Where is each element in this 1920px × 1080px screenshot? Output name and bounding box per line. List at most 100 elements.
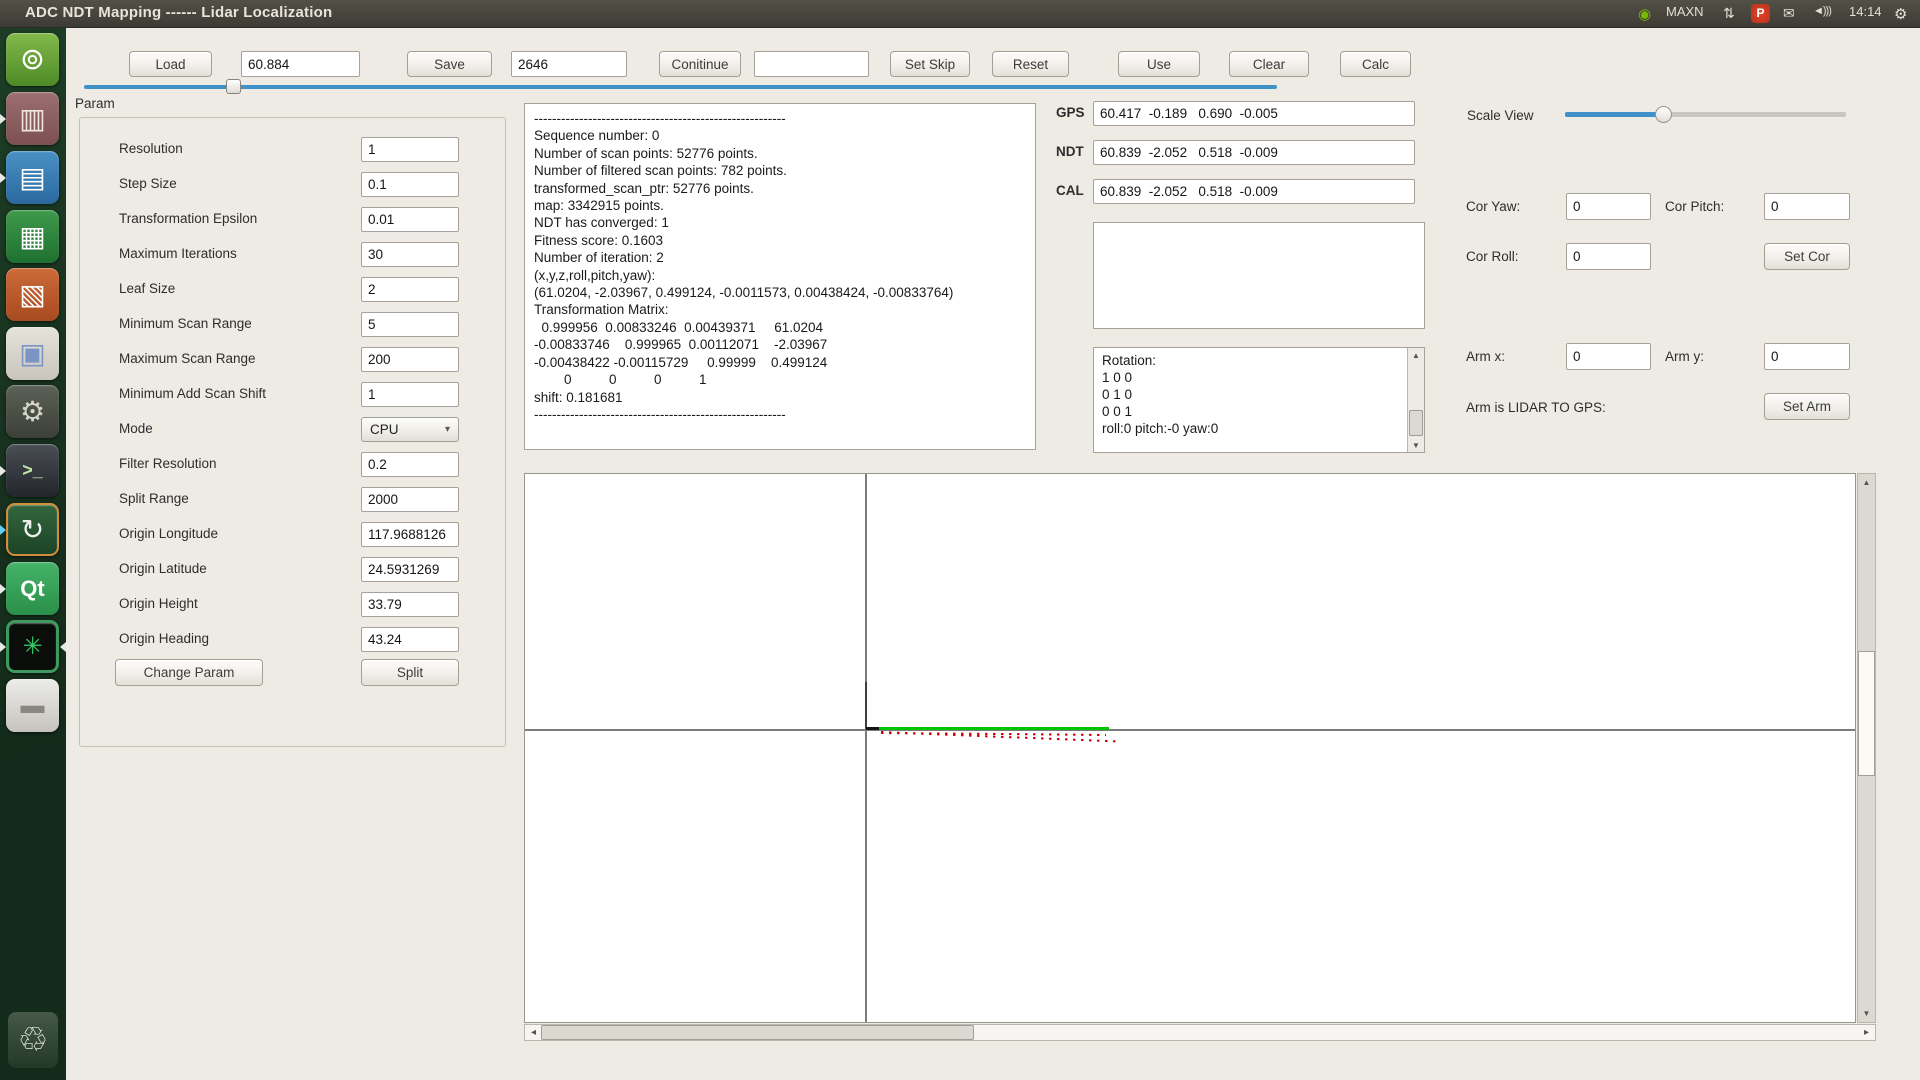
sequence-slider-track[interactable] [84,85,1277,89]
param-input-transformation-epsilon[interactable] [361,207,459,232]
file-manager-icon[interactable]: ▥ [6,92,59,145]
cor-pitch-input[interactable] [1764,193,1850,220]
running-pip [0,173,6,183]
ndt-label: NDT [1056,144,1084,159]
unity-top-panel: ADC NDT Mapping ------ Lidar Localizatio… [0,0,1920,28]
libreoffice-calc-icon[interactable]: ▦ [6,210,59,263]
libreoffice-writer-icon[interactable]: ▤ [6,151,59,204]
reset-button[interactable]: Reset [992,51,1069,77]
terminal-icon[interactable]: >_ [6,444,59,497]
nvidia-icon[interactable]: ◉ [1638,5,1651,23]
param-label-filter-resolution: Filter Resolution [119,456,217,471]
ndt-value-input[interactable] [1093,140,1415,165]
running-pip [0,114,6,124]
libreoffice-impress-icon[interactable]: ▧ [6,268,59,321]
save-button[interactable]: Save [407,51,492,77]
param-input-filter-resolution[interactable] [361,452,459,477]
qt-creator-icon[interactable]: Qt [6,562,59,615]
param-input-origin-latitude[interactable] [361,557,459,582]
gpu-mode-label[interactable]: MAXN [1666,4,1704,19]
rotation-scrollbar-thumb[interactable] [1409,410,1423,436]
continue-value-input[interactable] [754,51,869,77]
clock[interactable]: 14:14 [1849,4,1882,19]
system-settings-icon[interactable]: ⚙ [6,385,59,438]
crosshair-horizontal-line [525,729,1855,731]
log-output[interactable]: ----------------------------------------… [524,103,1036,450]
param-input-minimum-scan-range[interactable] [361,312,459,337]
cal-value-input[interactable] [1093,179,1415,204]
cal-label: CAL [1056,183,1084,198]
mode-combobox[interactable]: CPU ▾ [361,417,459,442]
scroll-left-icon[interactable]: ◂ [527,1025,540,1040]
param-input-maximum-iterations[interactable] [361,242,459,267]
scale-view-slider-handle[interactable] [1655,106,1672,123]
param-label-origin-latitude: Origin Latitude [119,561,207,576]
param-input-leaf-size[interactable] [361,277,459,302]
arm-y-input[interactable] [1764,343,1850,370]
param-input-origin-heading[interactable] [361,627,459,652]
param-input-minimum-add-scan-shift[interactable] [361,382,459,407]
param-input-step-size[interactable] [361,172,459,197]
chevron-down-icon: ▾ [445,424,450,435]
running-pip [0,525,6,535]
param-label-maximum-iterations: Maximum Iterations [119,246,237,261]
scroll-down-icon[interactable]: ▼ [1858,1007,1875,1020]
software-updater-icon[interactable]: ↻ [6,503,59,556]
cor-yaw-input[interactable] [1566,193,1651,220]
running-pip [0,584,6,594]
param-input-split-range[interactable] [361,487,459,512]
session-gear-icon[interactable]: ⚙ [1894,5,1907,23]
continue-button[interactable]: Conitinue [659,51,741,77]
lidar-app-icon[interactable]: ✳ [6,620,59,673]
cor-pitch-label: Cor Pitch: [1665,199,1724,214]
param-input-resolution[interactable] [361,137,459,162]
set-skip-button[interactable]: Set Skip [890,51,970,77]
scroll-down-icon[interactable]: ▼ [1408,439,1424,451]
set-arm-button[interactable]: Set Arm [1764,393,1850,420]
aux-view-box [1093,222,1425,329]
param-input-maximum-scan-range[interactable] [361,347,459,372]
speaker-icon[interactable]: ◄))) [1813,5,1831,17]
load-value-input[interactable] [241,51,360,77]
param-label-origin-heading: Origin Heading [119,631,209,646]
plot-horizontal-scrollbar-thumb[interactable] [541,1025,974,1040]
pinyin-input-icon[interactable]: P [1751,4,1770,23]
cor-roll-input[interactable] [1566,243,1651,270]
param-input-origin-height[interactable] [361,592,459,617]
scroll-right-icon[interactable]: ▸ [1860,1025,1873,1040]
rotation-scrollbar[interactable]: ▲ ▼ [1407,348,1424,452]
load-button[interactable]: Load [129,51,212,77]
param-input-origin-longitude[interactable] [361,522,459,547]
plot-vertical-scrollbar[interactable]: ▲ ▼ [1857,473,1876,1023]
save-value-input[interactable] [511,51,627,77]
sequence-slider-handle[interactable] [226,79,241,94]
point-cloud-view[interactable] [524,473,1856,1023]
network-updown-icon[interactable]: ⇅ [1723,5,1735,22]
gps-value-input[interactable] [1093,101,1415,126]
param-label-leaf-size: Leaf Size [119,281,175,296]
software-center-icon[interactable]: ▣ [6,327,59,380]
param-label-split-range: Split Range [119,491,189,506]
rotation-box[interactable]: Rotation: 1 0 0 0 1 0 0 0 1 roll:0 pitch… [1093,347,1425,453]
disk-drive-icon[interactable]: ▬ [6,679,59,732]
scroll-up-icon[interactable]: ▲ [1408,349,1424,361]
crosshair-vertical-line [865,474,867,1022]
scale-view-slider-fill [1565,112,1664,117]
set-cor-button[interactable]: Set Cor [1764,243,1850,270]
clear-button[interactable]: Clear [1229,51,1309,77]
calc-button[interactable]: Calc [1340,51,1411,77]
mail-icon[interactable]: ✉ [1783,5,1795,22]
scroll-up-icon[interactable]: ▲ [1858,476,1875,489]
change-param-button[interactable]: Change Param [115,659,263,686]
ubuntu-dash-icon[interactable]: ⊚ [6,33,59,86]
plot-vertical-scrollbar-thumb[interactable] [1858,651,1875,776]
param-group-title: Param [75,96,115,111]
param-label-transformation-epsilon: Transformation Epsilon [119,211,257,226]
arm-x-input[interactable] [1566,343,1651,370]
split-button[interactable]: Split [361,659,459,686]
trash-icon[interactable]: ♲ [8,1012,58,1068]
plot-horizontal-scrollbar[interactable]: ◂ ▸ [524,1024,1876,1041]
use-button[interactable]: Use [1118,51,1200,77]
crosshair-dark-segment [865,682,867,730]
unity-launcher: ⊚ ▥ ▤ ▦ ▧ ▣ ⚙ >_ ↻ Qt ✳ ▬ ♲ [0,28,66,1080]
